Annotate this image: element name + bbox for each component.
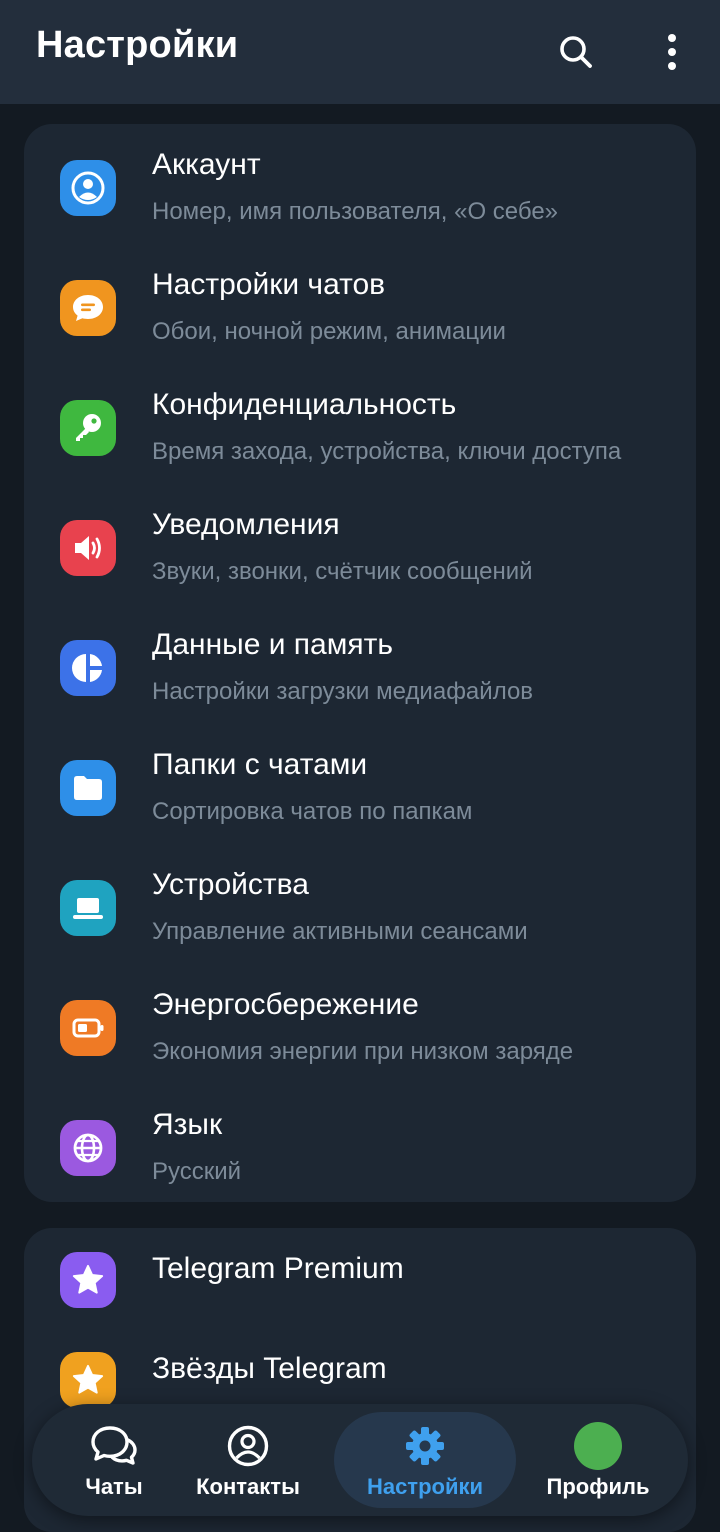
settings-item-subtitle: Звуки, звонки, счётчик сообщений [152, 558, 533, 585]
settings-item-title: Звёзды Telegram [152, 1352, 387, 1385]
top-app-bar: Настройки [0, 0, 720, 104]
settings-item-title: Данные и память [152, 628, 393, 661]
settings-item-subtitle: Управление активными сеансами [152, 918, 528, 945]
search-icon [560, 36, 592, 68]
search-button[interactable] [546, 22, 606, 82]
settings-item-subtitle: Время захода, устройства, ключи доступа [152, 438, 622, 465]
page-title: Настройки [36, 24, 239, 66]
avatar [574, 1422, 622, 1470]
tab-label: Профиль [546, 1474, 650, 1499]
gear-icon [401, 1422, 449, 1470]
settings-item-language[interactable]: Язык Русский [24, 1086, 696, 1202]
star-icon [60, 1252, 116, 1308]
settings-card: Аккаунт Номер, имя пользователя, «О себе… [24, 124, 696, 1202]
tab-label: Контакты [196, 1474, 300, 1499]
tab-profile[interactable]: Профиль [516, 1412, 680, 1508]
settings-item-notifications[interactable]: Уведомления Звуки, звонки, счётчик сообщ… [24, 486, 696, 606]
settings-item-title: Устройства [152, 868, 309, 901]
settings-item-account[interactable]: Аккаунт Номер, имя пользователя, «О себе… [24, 126, 696, 246]
folder-icon [60, 760, 116, 816]
settings-item-chat-folders[interactable]: Папки с чатами Сортировка чатов по папка… [24, 726, 696, 846]
settings-item-subtitle: Экономия энергии при низком заряде [152, 1038, 574, 1065]
settings-item-data-storage[interactable]: Данные и память Настройки загрузки медиа… [24, 606, 696, 726]
key-icon [60, 400, 116, 456]
settings-item-privacy[interactable]: Конфиденциальность Время захода, устройс… [24, 366, 696, 486]
settings-item-subtitle: Настройки загрузки медиафайлов [152, 678, 534, 705]
settings-item-title: Аккаунт [152, 148, 261, 181]
laptop-icon [60, 880, 116, 936]
more-options-button[interactable] [642, 22, 702, 82]
bottom-navigation: Чаты Контакты Настройки Профиль [32, 1404, 688, 1516]
tab-contacts[interactable]: Контакты [166, 1412, 330, 1508]
settings-item-title: Уведомления [152, 508, 340, 541]
battery-icon [60, 1000, 116, 1056]
tab-label: Настройки [366, 1474, 484, 1499]
contacts-icon [224, 1422, 272, 1470]
settings-item-title: Конфиденциальность [152, 388, 457, 421]
settings-item-subtitle: Русский [152, 1158, 242, 1185]
speaker-icon [60, 520, 116, 576]
person-icon [60, 160, 116, 216]
settings-item-subtitle: Номер, имя пользователя, «О себе» [152, 198, 559, 225]
settings-item-power-saving[interactable]: Энергосбережение Экономия энергии при ни… [24, 966, 696, 1086]
settings-item-chat-settings[interactable]: Настройки чатов Обои, ночной режим, аним… [24, 246, 696, 366]
more-vertical-icon [668, 34, 676, 70]
settings-item-title: Папки с чатами [152, 748, 368, 781]
settings-item-devices[interactable]: Устройства Управление активными сеансами [24, 846, 696, 966]
settings-item-subtitle: Сортировка чатов по папкам [152, 798, 473, 825]
chats-icon [90, 1422, 138, 1470]
globe-icon [60, 1120, 116, 1176]
star-icon [60, 1352, 116, 1408]
chat-bubble-icon [60, 280, 116, 336]
tab-settings[interactable]: Настройки [334, 1412, 516, 1508]
settings-item-title: Энергосбережение [152, 988, 419, 1021]
settings-item-subtitle: Обои, ночной режим, анимации [152, 318, 506, 345]
settings-item-title: Telegram Premium [152, 1252, 404, 1285]
pie-chart-icon [60, 640, 116, 696]
settings-item-title: Настройки чатов [152, 268, 386, 301]
settings-item-title: Язык [152, 1108, 223, 1141]
